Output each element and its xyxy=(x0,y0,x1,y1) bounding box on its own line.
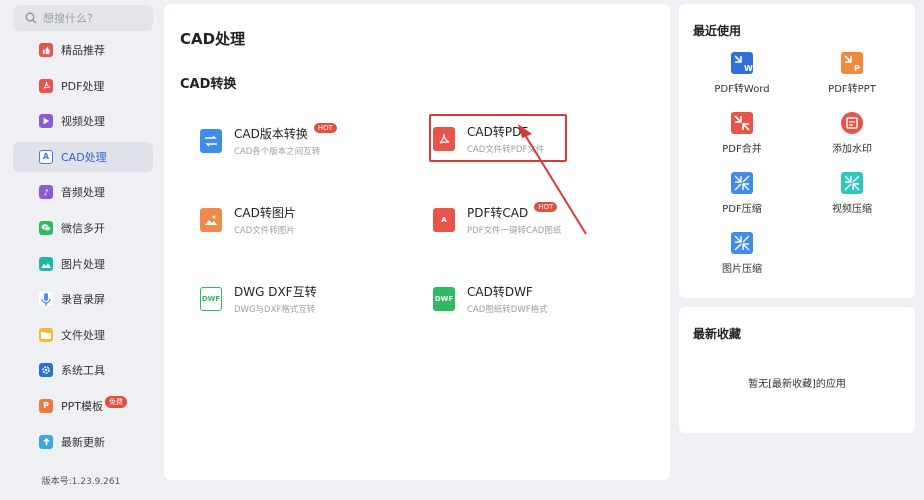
recent-item-pdf-to-word[interactable]: W PDF转Word xyxy=(692,52,792,95)
cad-to-dwf-icon: DWF xyxy=(433,287,455,311)
tool-desc: DWG与DXF格式互转 xyxy=(234,305,316,315)
tool-desc: CAD各个版本之间互转 xyxy=(234,147,321,157)
annotation-arrow xyxy=(518,124,587,235)
recent-item-pdf-to-ppt[interactable]: P PDF转PPT xyxy=(802,52,902,95)
cad-icon: A xyxy=(39,149,53,164)
cad-version-icon xyxy=(200,129,222,153)
version-label: 版本号:1.23.9.261 xyxy=(41,477,121,487)
recent-item-label: 图片压缩 xyxy=(722,264,762,275)
favorites-panel: 最新收藏 暂无[最新收藏]的应用 xyxy=(679,307,915,433)
tool-name: CAD转DWF xyxy=(467,285,533,299)
ppt-icon: P xyxy=(39,398,53,413)
recent-item-label: PDF转PPT xyxy=(828,84,876,95)
sidebar-item-pdf[interactable]: PDF处理 xyxy=(13,71,153,101)
cad-to-image-icon xyxy=(200,208,222,232)
recent-item-pdf-merge[interactable]: PDF合并 xyxy=(692,112,792,155)
sidebar-item-wechat[interactable]: 微信多开 xyxy=(13,213,153,243)
sidebar-item-file[interactable]: 文件处理 xyxy=(13,320,153,350)
free-badge: 免费 xyxy=(105,395,127,408)
sidebar-item-label: 系统工具 xyxy=(61,364,105,378)
recent-item-label: 视频压缩 xyxy=(832,204,872,215)
tool-name: CAD版本转换 xyxy=(234,127,308,141)
video-icon xyxy=(39,114,53,129)
tool-name: CAD转图片 xyxy=(234,206,296,220)
tool-name: DWG DXF互转 xyxy=(234,285,317,299)
search-box[interactable] xyxy=(13,5,153,31)
pdf-compress-icon xyxy=(731,172,753,194)
tool-desc: CAD图纸转DWF格式 xyxy=(467,305,548,315)
dwg-dxf-icon: DWF xyxy=(200,287,222,311)
sidebar-item-label: 文件处理 xyxy=(61,328,105,342)
sidebar-item-video[interactable]: 视频处理 xyxy=(13,106,153,136)
sidebar-item-label: PPT模板 xyxy=(61,399,103,413)
music-icon: ♪ xyxy=(39,185,53,200)
upload-icon xyxy=(39,434,53,449)
hot-badge: HOT xyxy=(313,122,337,133)
sidebar-item-recording[interactable]: 录音录屏 xyxy=(13,284,153,314)
tool-desc: CAD文件转图片 xyxy=(234,226,295,236)
thumbs-up-icon xyxy=(39,43,53,57)
recent-item-label: PDF压缩 xyxy=(722,204,762,215)
watermark-icon xyxy=(841,112,863,134)
search-input[interactable] xyxy=(43,11,143,25)
sidebar-item-label: 图片处理 xyxy=(61,257,105,271)
sidebar: 精品推荐 PDF处理 视频处理 A CAD处理 ♪ 音频处理 微信多开 xyxy=(0,0,162,500)
page-title: CAD处理 xyxy=(180,30,246,48)
sidebar-item-ppt[interactable]: P PPT模板 免费 xyxy=(13,391,153,421)
microphone-icon xyxy=(39,292,53,307)
image-compress-icon xyxy=(731,232,753,254)
svg-text:P: P xyxy=(854,64,860,73)
recent-panel: 最近使用 W PDF转Word P PDF转PPT PDF合并 添加水印 PDF… xyxy=(679,4,915,298)
recent-item-image-compress[interactable]: 图片压缩 xyxy=(692,232,792,275)
sidebar-item-audio[interactable]: ♪ 音频处理 xyxy=(13,177,153,207)
search-icon xyxy=(25,12,37,24)
sidebar-item-label: 最新更新 xyxy=(61,435,105,449)
wechat-icon xyxy=(39,220,53,235)
tool-cad-to-dwf[interactable]: DWF CAD转DWF CAD图纸转DWF格式 xyxy=(429,276,639,322)
tool-dwg-dxf-convert[interactable]: DWF DWG DXF互转 DWG与DXF格式互转 xyxy=(196,276,406,322)
pdf-icon xyxy=(39,78,53,93)
recent-title: 最近使用 xyxy=(693,24,742,38)
pdf-merge-icon xyxy=(731,112,753,134)
section-title: CAD转换 xyxy=(180,77,237,92)
pdf-to-cad-icon: A xyxy=(433,208,455,232)
sidebar-nav: 精品推荐 PDF处理 视频处理 A CAD处理 ♪ 音频处理 微信多开 图片处理… xyxy=(13,35,153,462)
recent-item-watermark[interactable]: 添加水印 xyxy=(802,112,902,155)
tool-cad-to-image[interactable]: CAD转图片 CAD文件转图片 xyxy=(196,197,406,243)
favorites-empty-text: 暂无[最新收藏]的应用 xyxy=(748,379,846,390)
gear-icon xyxy=(39,363,53,378)
tool-cad-version-convert[interactable]: CAD版本转换 HOT CAD各个版本之间互转 xyxy=(196,118,406,164)
image-icon xyxy=(39,256,53,271)
sidebar-item-image[interactable]: 图片处理 xyxy=(13,249,153,279)
recent-item-pdf-compress[interactable]: PDF压缩 xyxy=(692,172,792,215)
sidebar-item-system-tools[interactable]: 系统工具 xyxy=(13,355,153,385)
svg-text:W: W xyxy=(744,64,753,73)
video-compress-icon xyxy=(841,172,863,194)
sidebar-item-label: 录音录屏 xyxy=(61,293,105,307)
pdf-to-word-icon: W xyxy=(731,52,753,74)
recent-item-label: PDF合并 xyxy=(722,144,762,155)
sidebar-item-cad[interactable]: A CAD处理 xyxy=(13,141,153,172)
sidebar-item-label: 音频处理 xyxy=(61,186,105,200)
main-panel: CAD处理 CAD转换 CAD版本转换 HOT CAD各个版本之间互转 CAD转P… xyxy=(164,4,670,480)
sidebar-item-label: CAD处理 xyxy=(61,150,107,164)
folder-icon xyxy=(39,327,53,342)
sidebar-item-recommended[interactable]: 精品推荐 xyxy=(13,35,153,65)
recent-item-video-compress[interactable]: 视频压缩 xyxy=(802,172,902,215)
sidebar-item-label: 微信多开 xyxy=(61,221,105,235)
sidebar-item-label: 视频处理 xyxy=(61,115,105,129)
sidebar-item-label: 精品推荐 xyxy=(61,44,105,57)
recent-item-label: PDF转Word xyxy=(714,84,770,95)
pdf-to-ppt-icon: P xyxy=(841,52,863,74)
sidebar-item-label: PDF处理 xyxy=(61,79,105,93)
favorites-title: 最新收藏 xyxy=(693,327,742,341)
sidebar-item-latest[interactable]: 最新更新 xyxy=(13,427,153,457)
recent-item-label: 添加水印 xyxy=(832,144,872,155)
